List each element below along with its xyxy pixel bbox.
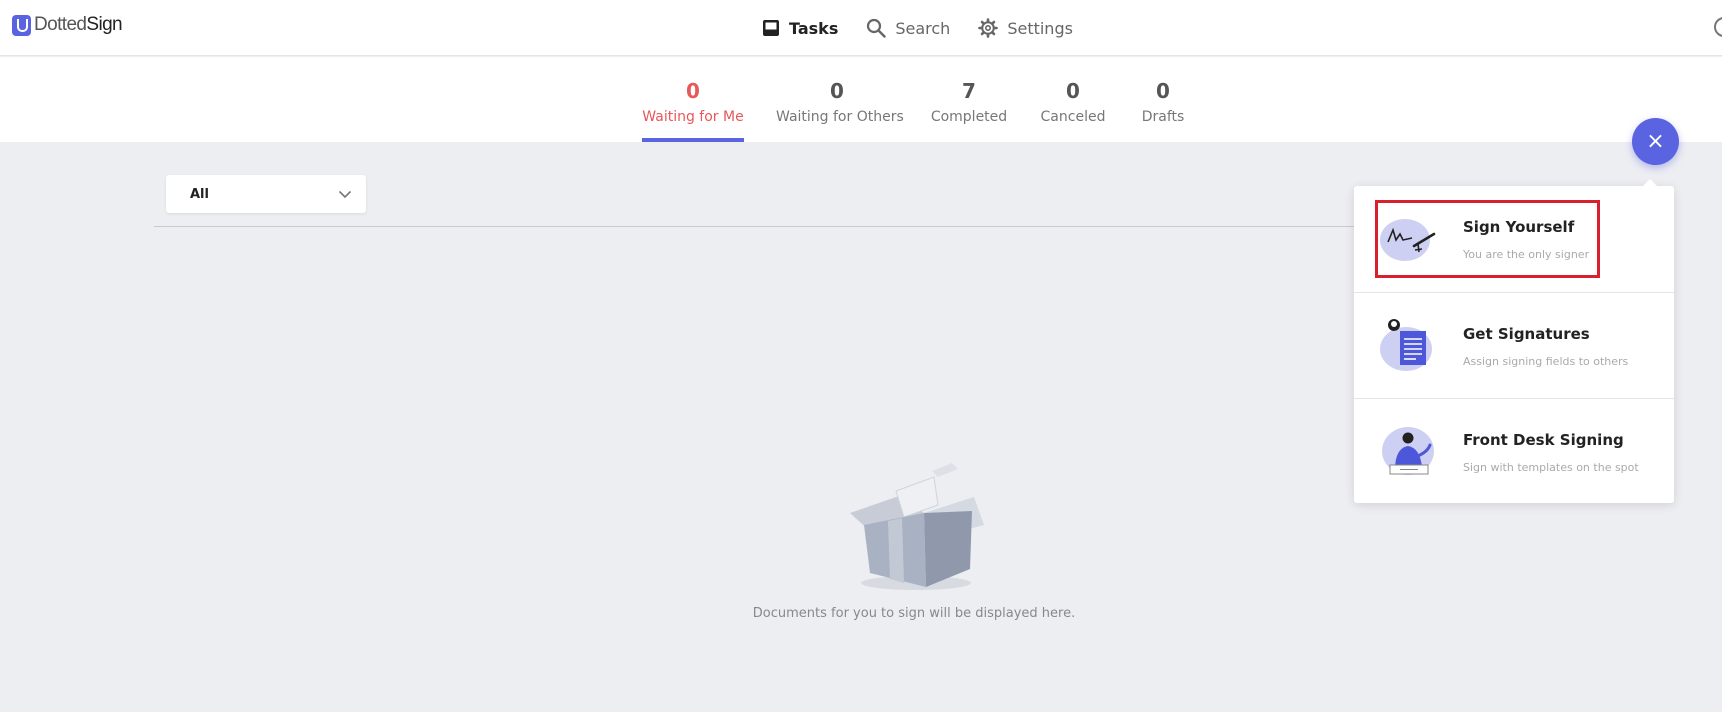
document-signers-icon [1380,319,1432,371]
nav-settings-label: Settings [1007,18,1073,38]
nav-settings[interactable]: Settings [978,18,1073,38]
main-nav: Tasks Search Settings [762,0,1073,56]
menu-item-description: Sign with templates on the spot [1463,461,1639,474]
logo-icon [12,14,31,36]
menu-item-title: Front Desk Signing [1463,431,1624,449]
logo-text: DottedSign [34,14,123,35]
menu-item-description: You are the only signer [1463,248,1590,261]
gear-icon [978,18,999,38]
tab-count: 0 [686,79,700,103]
tab-label: Waiting for Others [776,109,904,125]
tab-canceled[interactable]: 0 Canceled [1040,57,1106,142]
tab-completed[interactable]: 7 Completed [930,57,1008,142]
filter-dropdown[interactable]: All [166,175,366,213]
filter-value: All [190,186,209,202]
menu-item-description: Assign signing fields to others [1463,355,1629,368]
close-icon: × [1646,129,1665,154]
top-bar: DottedSign Tasks Search Settings [0,0,1722,56]
status-tabs: 0 Waiting for Me 0 Waiting for Others 7 … [0,57,1722,142]
tab-count: 7 [962,79,976,103]
tab-label: Drafts [1141,109,1185,125]
menu-item-title: Sign Yourself [1463,218,1575,236]
tab-count: 0 [1066,79,1080,103]
tab-waiting-for-others[interactable]: 0 Waiting for Others [776,57,904,142]
tab-label: Completed [930,109,1008,125]
tab-drafts[interactable]: 0 Drafts [1138,57,1188,142]
create-menu: Sign Yourself You are the only signer Ge… [1354,179,1674,504]
tab-count: 0 [1156,79,1170,103]
tab-count: 0 [830,79,844,103]
empty-box-illustration [850,463,984,590]
search-icon [867,18,887,38]
empty-state-message: Documents for you to sign will be displa… [752,606,1076,621]
front-desk-person-icon [1382,427,1434,475]
menu-item-title: Get Signatures [1463,325,1590,343]
menu-item-front-desk-signing[interactable]: Front Desk Signing Sign with templates o… [1354,398,1674,504]
nav-tasks[interactable]: Tasks [762,19,838,38]
chevron-down-icon [338,190,352,198]
nav-search[interactable]: Search [866,18,950,38]
account-icon[interactable] [1714,17,1722,37]
app-logo[interactable]: DottedSign [12,14,123,36]
tab-waiting-for-me[interactable]: 0 Waiting for Me [642,57,744,142]
nav-tasks-label: Tasks [789,18,839,38]
divider [154,226,1354,227]
signature-pen-icon [1380,219,1436,261]
menu-item-get-signatures[interactable]: Get Signatures Assign signing fields to … [1354,292,1674,398]
inbox-icon [763,20,779,36]
tab-label: Waiting for Me [642,109,744,125]
close-menu-button[interactable]: × [1632,118,1679,165]
menu-item-sign-yourself[interactable]: Sign Yourself You are the only signer [1354,186,1674,292]
nav-search-label: Search [895,18,951,38]
tab-label: Canceled [1040,109,1106,125]
